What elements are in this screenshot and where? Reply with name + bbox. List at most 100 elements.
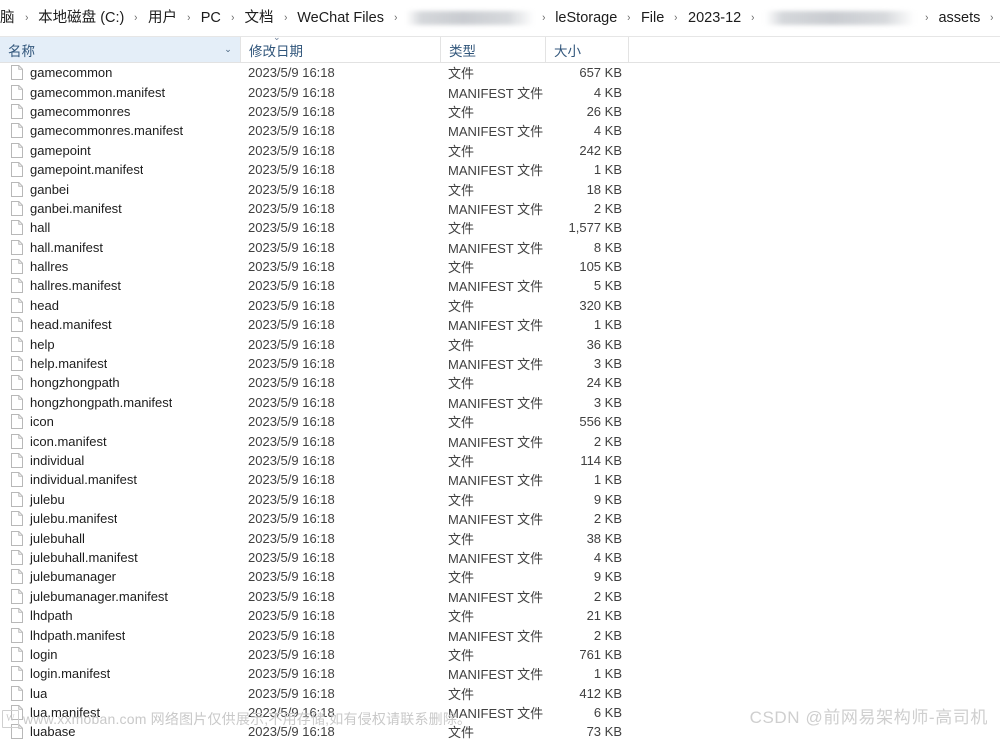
table-row[interactable]: hall.manifest 2023/5/9 16:18 MANIFEST 文件 8 … [0, 238, 1000, 257]
breadcrumb-item[interactable]: 用户 [144, 7, 181, 29]
file-name-cell[interactable]: help.manifest [0, 356, 240, 372]
breadcrumb-item[interactable]: assets [934, 7, 984, 29]
file-name-cell[interactable]: ganbei [0, 181, 240, 197]
file-name-cell[interactable]: gamecommonres.manifest [0, 123, 240, 139]
file-name-cell[interactable]: hongzhongpath.manifest [0, 394, 240, 410]
file-name-cell[interactable]: ganbei.manifest [0, 200, 240, 216]
file-name-cell[interactable]: gamecommonres [0, 103, 240, 119]
table-row[interactable]: julebumanager.manifest 2023/5/9 16:18 MANI… [0, 587, 1000, 606]
table-row[interactable]: lhdpath 2023/5/9 16:18 文件 21 KB [0, 606, 1000, 625]
table-row[interactable]: help.manifest 2023/5/9 16:18 MANIFEST 文件 3 … [0, 354, 1000, 373]
breadcrumb-item[interactable]: leStorage [551, 7, 621, 29]
file-name-cell[interactable]: icon.manifest [0, 433, 240, 449]
column-header-name[interactable]: 名称 ⌄ [0, 37, 240, 62]
file-name-cell[interactable]: head.manifest [0, 317, 240, 333]
table-row[interactable]: icon 2023/5/9 16:18 文件 556 KB [0, 412, 1000, 431]
file-size-cell: 18 KB [586, 181, 622, 197]
file-name-label: julebuhall.manifest [30, 549, 138, 565]
file-name-cell[interactable]: individual.manifest [0, 472, 240, 488]
table-row[interactable]: lhdpath.manifest 2023/5/9 16:18 MANIFEST 文… [0, 625, 1000, 644]
table-row[interactable]: hallres.manifest 2023/5/9 16:18 MANIFEST 文… [0, 276, 1000, 295]
breadcrumb-item[interactable]: 2023-12 [684, 7, 745, 29]
breadcrumb[interactable]: 脑 › 本地磁盘 (C:) › 用户 › PC › 文档 › WeChat Files › › leSto… [0, 0, 1000, 37]
file-name-cell[interactable]: individual [0, 453, 240, 468]
table-row[interactable]: gamecommonres 2023/5/9 16:18 文件 26 KB [0, 102, 1000, 121]
table-row[interactable]: hongzhongpath 2023/5/9 16:18 文件 24 KB [0, 373, 1000, 392]
file-name-label: hallres.manifest [30, 278, 122, 294]
file-name-cell[interactable]: lhdpath.manifest [0, 627, 240, 643]
breadcrumb-item[interactable]: 脑 [0, 7, 19, 29]
table-row[interactable]: ganbei 2023/5/9 16:18 文件 18 KB [0, 179, 1000, 198]
file-size-cell: 9 KB [593, 491, 622, 507]
table-row[interactable]: icon.manifest 2023/5/9 16:18 MANIFEST 文件 2 … [0, 431, 1000, 450]
chevron-down-icon[interactable]: ⌄ [222, 44, 234, 56]
file-name-cell[interactable]: gamecommon.manifest [0, 84, 240, 100]
file-name-cell[interactable]: login [0, 646, 240, 662]
table-row[interactable]: julebuhall 2023/5/9 16:18 文件 38 KB [0, 528, 1000, 547]
table-row[interactable]: hongzhongpath.manifest 2023/5/9 16:18 MANI… [0, 393, 1000, 412]
table-row[interactable]: ganbei.manifest 2023/5/9 16:18 MANIFEST 文件… [0, 199, 1000, 218]
file-name-cell[interactable]: gamepoint.manifest [0, 162, 240, 178]
table-row[interactable]: gamepoint 2023/5/9 16:18 文件 242 KB [0, 141, 1000, 160]
table-row[interactable]: julebu 2023/5/9 16:18 文件 9 KB [0, 490, 1000, 509]
table-row[interactable]: individual.manifest 2023/5/9 16:18 MANIFES… [0, 470, 1000, 489]
table-row[interactable]: hallres 2023/5/9 16:18 文件 105 KB [0, 257, 1000, 276]
file-type-cell: MANIFEST 文件 [448, 163, 544, 179]
table-row[interactable]: lua.manifest 2023/5/9 16:18 MANIFEST 文件 6 K… [0, 703, 1000, 722]
table-row[interactable]: help 2023/5/9 16:18 文件 36 KB [0, 334, 1000, 353]
table-row[interactable]: head 2023/5/9 16:18 文件 320 KB [0, 296, 1000, 315]
breadcrumb-item[interactable]: PC [197, 7, 225, 29]
file-name-cell[interactable]: lua.manifest [0, 705, 240, 721]
file-name-cell[interactable]: gamecommon [0, 65, 240, 81]
file-name-cell[interactable]: hallres [0, 259, 240, 275]
table-row[interactable]: luabase 2023/5/9 16:18 文件 73 KB [0, 722, 1000, 741]
file-type-cell: 文件 [448, 609, 475, 625]
file-name-cell[interactable]: luabase [0, 724, 240, 740]
file-size-cell: 4 KB [593, 123, 622, 139]
file-name-cell[interactable]: julebuhall [0, 530, 240, 546]
table-row[interactable]: hall 2023/5/9 16:18 文件 1,577 KB [0, 218, 1000, 237]
breadcrumb-item[interactable]: File [637, 7, 668, 29]
file-name-cell[interactable]: julebuhall.manifest [0, 549, 240, 565]
column-header-size[interactable]: 大小 [545, 37, 628, 62]
file-name-cell[interactable]: julebu.manifest [0, 511, 240, 527]
column-header-date-modified[interactable]: ⌄ 修改日期 [240, 33, 440, 62]
table-row[interactable]: julebumanager 2023/5/9 16:18 文件 9 KB [0, 567, 1000, 586]
file-size-cell: 73 KB [586, 724, 622, 740]
table-row[interactable]: login.manifest 2023/5/9 16:18 MANIFEST 文件 1… [0, 664, 1000, 683]
file-name-cell[interactable]: hall [0, 220, 240, 236]
file-name-cell[interactable]: gamepoint [0, 142, 240, 158]
file-name-cell[interactable]: julebumanager [0, 569, 240, 585]
file-name-cell[interactable]: hallres.manifest [0, 278, 240, 294]
file-name-cell[interactable]: lhdpath [0, 608, 240, 624]
breadcrumb-item[interactable]: 文档 [241, 7, 278, 29]
table-row[interactable]: gamecommonres.manifest 2023/5/9 16:18 MANI… [0, 121, 1000, 140]
file-icon [11, 627, 23, 643]
table-row[interactable]: julebu.manifest 2023/5/9 16:18 MANIFEST 文件… [0, 509, 1000, 528]
file-name-label: hall [30, 220, 51, 236]
file-size-cell: 556 KB [579, 414, 622, 430]
breadcrumb-item[interactable]: WeChat Files [293, 7, 388, 29]
table-row[interactable]: julebuhall.manifest 2023/5/9 16:18 MANIFES… [0, 548, 1000, 567]
table-row[interactable]: login 2023/5/9 16:18 文件 761 KB [0, 645, 1000, 664]
table-row[interactable]: lua 2023/5/9 16:18 文件 412 KB [0, 684, 1000, 703]
breadcrumb-separator-icon: › [924, 12, 929, 24]
file-name-cell[interactable]: lua [0, 685, 240, 701]
file-name-cell[interactable]: help [0, 336, 240, 352]
file-name-cell[interactable]: julebu [0, 491, 240, 507]
file-name-cell[interactable]: hongzhongpath [0, 375, 240, 391]
column-header-type[interactable]: 类型 [440, 37, 545, 62]
file-size-cell: 8 KB [593, 239, 622, 255]
file-name-cell[interactable]: icon [0, 414, 240, 430]
file-name-cell[interactable]: login.manifest [0, 666, 240, 682]
file-name-cell[interactable]: julebumanager.manifest [0, 588, 240, 604]
table-row[interactable]: gamecommon 2023/5/9 16:18 文件 657 KB [0, 63, 1000, 82]
table-row[interactable]: gamecommon.manifest 2023/5/9 16:18 MANIFES… [0, 82, 1000, 101]
file-name-cell[interactable]: head [0, 297, 240, 313]
table-row[interactable]: individual 2023/5/9 16:18 文件 114 KB [0, 451, 1000, 470]
table-row[interactable]: head.manifest 2023/5/9 16:18 MANIFEST 文件 1 … [0, 315, 1000, 334]
breadcrumb-item[interactable]: 本地磁盘 (C:) [34, 7, 128, 29]
table-row[interactable]: gamepoint.manifest 2023/5/9 16:18 MANIFEST… [0, 160, 1000, 179]
file-list[interactable]: gamecommon 2023/5/9 16:18 文件 657 KB gamecomm… [0, 63, 1000, 742]
file-name-cell[interactable]: hall.manifest [0, 239, 240, 255]
